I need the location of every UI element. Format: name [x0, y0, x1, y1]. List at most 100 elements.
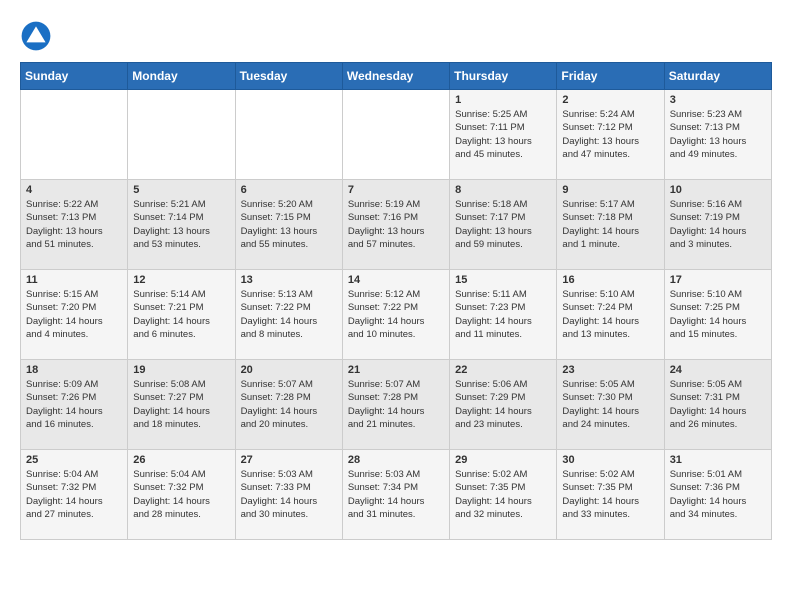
day-number: 15 [455, 274, 551, 286]
day-number: 20 [241, 364, 337, 376]
calendar-week-row: 25 Sunrise: 5:04 AM Sunset: 7:32 PM Dayli… [21, 450, 772, 540]
weekday-header-thursday: Thursday [450, 63, 557, 90]
day-number: 28 [348, 454, 444, 466]
weekday-header-monday: Monday [128, 63, 235, 90]
day-number: 19 [133, 364, 229, 376]
weekday-header-friday: Friday [557, 63, 664, 90]
day-info: Sunrise: 5:04 AM Sunset: 7:32 PM Dayligh… [133, 468, 229, 521]
calendar-cell [128, 90, 235, 180]
day-number: 26 [133, 454, 229, 466]
calendar-cell: 8 Sunrise: 5:18 AM Sunset: 7:17 PM Daylig… [450, 180, 557, 270]
calendar-cell [342, 90, 449, 180]
day-number: 18 [26, 364, 122, 376]
day-number: 21 [348, 364, 444, 376]
weekday-header-tuesday: Tuesday [235, 63, 342, 90]
calendar-cell: 25 Sunrise: 5:04 AM Sunset: 7:32 PM Dayli… [21, 450, 128, 540]
day-info: Sunrise: 5:19 AM Sunset: 7:16 PM Dayligh… [348, 198, 444, 251]
day-number: 27 [241, 454, 337, 466]
day-info: Sunrise: 5:16 AM Sunset: 7:19 PM Dayligh… [670, 198, 766, 251]
day-info: Sunrise: 5:21 AM Sunset: 7:14 PM Dayligh… [133, 198, 229, 251]
day-info: Sunrise: 5:24 AM Sunset: 7:12 PM Dayligh… [562, 108, 658, 161]
calendar-cell: 16 Sunrise: 5:10 AM Sunset: 7:24 PM Dayli… [557, 270, 664, 360]
day-info: Sunrise: 5:08 AM Sunset: 7:27 PM Dayligh… [133, 378, 229, 431]
day-info: Sunrise: 5:14 AM Sunset: 7:21 PM Dayligh… [133, 288, 229, 341]
day-number: 30 [562, 454, 658, 466]
weekday-header-wednesday: Wednesday [342, 63, 449, 90]
day-number: 24 [670, 364, 766, 376]
day-info: Sunrise: 5:12 AM Sunset: 7:22 PM Dayligh… [348, 288, 444, 341]
calendar-cell: 23Sunrise: 5:05 AM Sunset: 7:30 PM Dayli… [557, 360, 664, 450]
day-info: Sunrise: 5:25 AM Sunset: 7:11 PM Dayligh… [455, 108, 551, 161]
calendar-cell: 5 Sunrise: 5:21 AM Sunset: 7:14 PM Daylig… [128, 180, 235, 270]
calendar-cell: 29 Sunrise: 5:02 AM Sunset: 7:35 PM Dayli… [450, 450, 557, 540]
day-info: Sunrise: 5:17 AM Sunset: 7:18 PM Dayligh… [562, 198, 658, 251]
calendar-cell: 11 Sunrise: 5:15 AM Sunset: 7:20 PM Dayli… [21, 270, 128, 360]
day-info: Sunrise: 5:07 AM Sunset: 7:28 PM Dayligh… [348, 378, 444, 431]
calendar-cell [235, 90, 342, 180]
day-info: Sunrise: 5:03 AM Sunset: 7:33 PM Dayligh… [241, 468, 337, 521]
day-number: 16 [562, 274, 658, 286]
day-number: 29 [455, 454, 551, 466]
day-info: Sunrise: 5:15 AM Sunset: 7:20 PM Dayligh… [26, 288, 122, 341]
calendar-cell: 15 Sunrise: 5:11 AM Sunset: 7:23 PM Dayli… [450, 270, 557, 360]
calendar-cell: 27 Sunrise: 5:03 AM Sunset: 7:33 PM Dayli… [235, 450, 342, 540]
calendar-week-row: 18 Sunrise: 5:09 AM Sunset: 7:26 PM Dayli… [21, 360, 772, 450]
calendar-table: SundayMondayTuesdayWednesdayThursdayFrid… [20, 62, 772, 540]
calendar-cell: 24 Sunrise: 5:05 AM Sunset: 7:31 PM Dayli… [664, 360, 771, 450]
calendar-cell: 30 Sunrise: 5:02 AM Sunset: 7:35 PM Dayli… [557, 450, 664, 540]
day-info: Sunrise: 5:05 AM Sunset: 7:30 PM Dayligh… [562, 378, 658, 431]
day-number: 6 [241, 184, 337, 196]
day-number: 17 [670, 274, 766, 286]
day-number: 10 [670, 184, 766, 196]
logo-icon [20, 20, 52, 52]
day-info: Sunrise: 5:18 AM Sunset: 7:17 PM Dayligh… [455, 198, 551, 251]
day-info: Sunrise: 5:22 AM Sunset: 7:13 PM Dayligh… [26, 198, 122, 251]
calendar-week-row: 11 Sunrise: 5:15 AM Sunset: 7:20 PM Dayli… [21, 270, 772, 360]
day-info: Sunrise: 5:10 AM Sunset: 7:24 PM Dayligh… [562, 288, 658, 341]
day-number: 1 [455, 94, 551, 106]
day-number: 11 [26, 274, 122, 286]
day-info: Sunrise: 5:04 AM Sunset: 7:32 PM Dayligh… [26, 468, 122, 521]
calendar-cell: 13Sunrise: 5:13 AM Sunset: 7:22 PM Dayli… [235, 270, 342, 360]
calendar-cell: 20Sunrise: 5:07 AM Sunset: 7:28 PM Dayli… [235, 360, 342, 450]
calendar-cell: 28 Sunrise: 5:03 AM Sunset: 7:34 PM Dayli… [342, 450, 449, 540]
calendar-cell: 1 Sunrise: 5:25 AM Sunset: 7:11 PM Daylig… [450, 90, 557, 180]
calendar-cell: 6 Sunrise: 5:20 AM Sunset: 7:15 PM Daylig… [235, 180, 342, 270]
day-number: 4 [26, 184, 122, 196]
calendar-cell [21, 90, 128, 180]
day-number: 14 [348, 274, 444, 286]
logo [20, 20, 56, 52]
day-number: 2 [562, 94, 658, 106]
day-number: 7 [348, 184, 444, 196]
day-info: Sunrise: 5:20 AM Sunset: 7:15 PM Dayligh… [241, 198, 337, 251]
day-info: Sunrise: 5:10 AM Sunset: 7:25 PM Dayligh… [670, 288, 766, 341]
day-info: Sunrise: 5:02 AM Sunset: 7:35 PM Dayligh… [562, 468, 658, 521]
day-number: 9 [562, 184, 658, 196]
day-info: Sunrise: 5:03 AM Sunset: 7:34 PM Dayligh… [348, 468, 444, 521]
day-number: 13 [241, 274, 337, 286]
day-info: Sunrise: 5:02 AM Sunset: 7:35 PM Dayligh… [455, 468, 551, 521]
day-info: Sunrise: 5:11 AM Sunset: 7:23 PM Dayligh… [455, 288, 551, 341]
weekday-header-row: SundayMondayTuesdayWednesdayThursdayFrid… [21, 63, 772, 90]
calendar-cell: 21 Sunrise: 5:07 AM Sunset: 7:28 PM Dayli… [342, 360, 449, 450]
day-number: 22 [455, 364, 551, 376]
day-number: 25 [26, 454, 122, 466]
day-number: 31 [670, 454, 766, 466]
day-info: Sunrise: 5:23 AM Sunset: 7:13 PM Dayligh… [670, 108, 766, 161]
day-number: 5 [133, 184, 229, 196]
weekday-header-saturday: Saturday [664, 63, 771, 90]
calendar-cell: 2 Sunrise: 5:24 AM Sunset: 7:12 PM Daylig… [557, 90, 664, 180]
day-info: Sunrise: 5:09 AM Sunset: 7:26 PM Dayligh… [26, 378, 122, 431]
day-number: 3 [670, 94, 766, 106]
calendar-cell: 12 Sunrise: 5:14 AM Sunset: 7:21 PM Dayli… [128, 270, 235, 360]
calendar-cell: 31Sunrise: 5:01 AM Sunset: 7:36 PM Dayli… [664, 450, 771, 540]
calendar-week-row: 1 Sunrise: 5:25 AM Sunset: 7:11 PM Daylig… [21, 90, 772, 180]
calendar-cell: 7 Sunrise: 5:19 AM Sunset: 7:16 PM Daylig… [342, 180, 449, 270]
day-info: Sunrise: 5:06 AM Sunset: 7:29 PM Dayligh… [455, 378, 551, 431]
day-info: Sunrise: 5:05 AM Sunset: 7:31 PM Dayligh… [670, 378, 766, 431]
day-number: 12 [133, 274, 229, 286]
calendar-cell: 19 Sunrise: 5:08 AM Sunset: 7:27 PM Dayli… [128, 360, 235, 450]
calendar-cell: 14 Sunrise: 5:12 AM Sunset: 7:22 PM Dayli… [342, 270, 449, 360]
calendar-cell: 18 Sunrise: 5:09 AM Sunset: 7:26 PM Dayli… [21, 360, 128, 450]
day-number: 8 [455, 184, 551, 196]
